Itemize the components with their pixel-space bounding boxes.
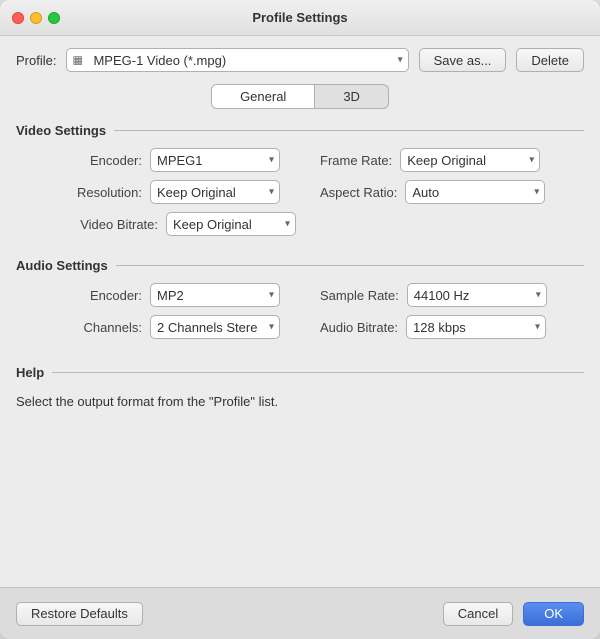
audio-settings-label: Audio Settings	[16, 258, 108, 273]
audio-encoder-select-wrapper: MP2	[150, 283, 280, 307]
restore-defaults-button[interactable]: Restore Defaults	[16, 602, 143, 626]
video-section-line	[114, 130, 584, 131]
video-bitrate-select[interactable]: Keep Original	[166, 212, 296, 236]
sample-rate-select[interactable]: 44100 Hz	[407, 283, 547, 307]
bottom-right-buttons: Cancel OK	[443, 602, 584, 626]
window-title: Profile Settings	[252, 10, 347, 25]
frame-rate-label: Frame Rate:	[320, 153, 392, 168]
save-as-button[interactable]: Save as...	[419, 48, 507, 72]
minimize-button[interactable]	[30, 12, 42, 24]
help-section: Help Select the output format from the "…	[16, 365, 584, 413]
channels-select[interactable]: 2 Channels Stereo	[150, 315, 280, 339]
tabs-row: General 3D	[16, 84, 584, 109]
bottom-bar: Restore Defaults Cancel OK	[0, 587, 600, 639]
channels-bitrate-row: Channels: 2 Channels Stereo Audio Bitrat…	[16, 315, 584, 339]
video-bitrate-row: Video Bitrate: Keep Original	[16, 212, 584, 236]
audio-encoder-sample-row: Encoder: MP2 Sample Rate: 44100 Hz	[16, 283, 584, 307]
frame-rate-select[interactable]: Keep Original	[400, 148, 540, 172]
audio-settings-header: Audio Settings	[16, 258, 584, 273]
frame-rate-select-wrapper: Keep Original	[400, 148, 540, 172]
audio-bitrate-select[interactable]: 128 kbps	[406, 315, 546, 339]
video-settings-label: Video Settings	[16, 123, 106, 138]
audio-bitrate-select-wrapper: 128 kbps	[406, 315, 546, 339]
aspect-ratio-select[interactable]: Auto	[405, 180, 545, 204]
resolution-aspect-row: Resolution: Keep Original Aspect Ratio: …	[16, 180, 584, 204]
close-button[interactable]	[12, 12, 24, 24]
profile-label: Profile:	[16, 53, 56, 68]
encoder-label: Encoder:	[90, 153, 142, 168]
help-label: Help	[16, 365, 44, 380]
audio-encoder-label: Encoder:	[90, 288, 142, 303]
resolution-select[interactable]: Keep Original	[150, 180, 280, 204]
profile-row: Profile: ▦ MPEG-1 Video (*.mpg) Save as.…	[16, 48, 584, 72]
aspect-ratio-label: Aspect Ratio:	[320, 185, 397, 200]
sample-rate-select-wrapper: 44100 Hz	[407, 283, 547, 307]
video-settings-header: Video Settings	[16, 123, 584, 138]
ok-button[interactable]: OK	[523, 602, 584, 626]
video-bitrate-label: Video Bitrate:	[80, 217, 158, 232]
channels-select-wrapper: 2 Channels Stereo	[150, 315, 280, 339]
audio-settings-section: Audio Settings Encoder: MP2 Sample Rate:	[16, 258, 584, 339]
delete-button[interactable]: Delete	[516, 48, 584, 72]
tabs-container: General 3D	[211, 84, 389, 109]
audio-section-line	[116, 265, 584, 266]
encoder-select-wrapper: MPEG1	[150, 148, 280, 172]
profile-select[interactable]: MPEG-1 Video (*.mpg)	[66, 48, 408, 72]
window: Profile Settings Profile: ▦ MPEG-1 Video…	[0, 0, 600, 639]
encoder-select[interactable]: MPEG1	[150, 148, 280, 172]
video-bitrate-select-wrapper: Keep Original	[166, 212, 296, 236]
encoder-frame-rate-row: Encoder: MPEG1 Frame Rate: Keep Original	[16, 148, 584, 172]
help-header: Help	[16, 365, 584, 380]
traffic-lights	[12, 12, 60, 24]
maximize-button[interactable]	[48, 12, 60, 24]
sample-rate-label: Sample Rate:	[320, 288, 399, 303]
channels-label: Channels:	[83, 320, 142, 335]
audio-encoder-select[interactable]: MP2	[150, 283, 280, 307]
help-text: Select the output format from the "Profi…	[16, 390, 584, 413]
help-section-line	[52, 372, 584, 373]
tab-general[interactable]: General	[212, 85, 314, 108]
resolution-label: Resolution:	[77, 185, 142, 200]
aspect-ratio-select-wrapper: Auto	[405, 180, 545, 204]
tab-3d[interactable]: 3D	[315, 85, 388, 108]
title-bar: Profile Settings	[0, 0, 600, 36]
profile-select-wrapper: ▦ MPEG-1 Video (*.mpg)	[66, 48, 408, 72]
content-area: Profile: ▦ MPEG-1 Video (*.mpg) Save as.…	[0, 36, 600, 587]
video-settings-section: Video Settings Encoder: MPEG1 Frame Rate…	[16, 123, 584, 236]
cancel-button[interactable]: Cancel	[443, 602, 513, 626]
resolution-select-wrapper: Keep Original	[150, 180, 280, 204]
audio-bitrate-label: Audio Bitrate:	[320, 320, 398, 335]
